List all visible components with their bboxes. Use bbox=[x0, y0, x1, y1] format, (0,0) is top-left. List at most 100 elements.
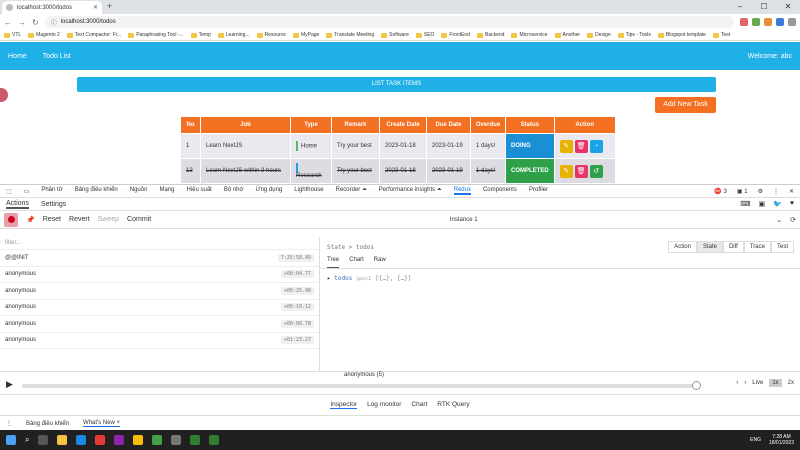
vscode-icon[interactable] bbox=[76, 435, 87, 445]
view-tab[interactable]: Test bbox=[770, 241, 794, 253]
commit-button[interactable]: Commit bbox=[127, 216, 151, 223]
progress-icon[interactable]: ◔ bbox=[589, 139, 603, 153]
back-icon[interactable]: ← bbox=[4, 18, 12, 27]
speed-1x-button[interactable]: 1x bbox=[769, 379, 782, 387]
bookmark-item[interactable]: Resource bbox=[256, 32, 286, 38]
action-list-item[interactable]: anonymous +00:04.77 bbox=[0, 267, 319, 283]
trash-icon[interactable]: 🗑 bbox=[574, 164, 588, 178]
clock[interactable]: 7:28 AM 18/01/2023 bbox=[769, 434, 794, 446]
devtools-tab[interactable]: Bảng điều khiển bbox=[75, 187, 118, 195]
pin-icon[interactable]: 📌 bbox=[26, 216, 35, 224]
add-task-button[interactable]: Add New Task bbox=[655, 97, 716, 113]
devtools-tab[interactable]: Lighthouse bbox=[294, 187, 323, 195]
view-tab[interactable]: Trace bbox=[743, 241, 771, 253]
filter-input[interactable]: filter... bbox=[0, 237, 319, 250]
sub-tab[interactable]: Tree bbox=[327, 257, 340, 268]
slider-track[interactable] bbox=[22, 384, 698, 388]
tree-key[interactable]: todos bbox=[334, 275, 352, 282]
inspect-icon[interactable]: ⬚ bbox=[6, 188, 12, 195]
drawer-tab-whats-new[interactable]: What's New × bbox=[83, 420, 121, 427]
speed-2x-button[interactable]: 2x bbox=[788, 380, 794, 386]
bookmark-item[interactable]: SEO bbox=[415, 32, 434, 38]
minimize-button[interactable]: – bbox=[728, 0, 752, 14]
bookmark-item[interactable]: MyPage bbox=[292, 32, 319, 38]
devtools-tab[interactable]: Bộ nhớ bbox=[224, 187, 244, 195]
devtools-tab[interactable]: Ứng dụng bbox=[255, 187, 282, 195]
file-explorer-icon[interactable] bbox=[57, 435, 68, 445]
language-indicator[interactable]: ENG bbox=[750, 437, 761, 443]
close-icon[interactable]: ✕ bbox=[93, 4, 98, 11]
heart-icon[interactable]: ♥ bbox=[790, 200, 794, 208]
bookmark-item[interactable]: Design bbox=[587, 32, 611, 38]
view-tab[interactable]: Action bbox=[668, 241, 697, 253]
more-icon[interactable]: ⋮ bbox=[6, 420, 12, 427]
bookmark-item[interactable]: FrontEnd bbox=[441, 32, 470, 38]
action-list-item[interactable]: anonymous +00:25.98 bbox=[0, 283, 319, 300]
bookmark-item[interactable]: Another bbox=[554, 32, 580, 38]
bookmark-item[interactable]: Temp bbox=[190, 32, 211, 38]
action-list-item[interactable]: anonymous +01:23.27 bbox=[0, 333, 319, 349]
close-icon[interactable]: ✕ bbox=[789, 188, 794, 195]
extension-icon[interactable] bbox=[740, 18, 748, 26]
tab-actions[interactable]: Actions bbox=[6, 200, 29, 209]
profile-icon[interactable] bbox=[788, 18, 796, 26]
tab-settings[interactable]: Settings bbox=[41, 201, 66, 208]
devtools-tab[interactable]: Components bbox=[483, 187, 517, 195]
settings-icon[interactable]: ⚙ bbox=[758, 188, 763, 195]
app-icon[interactable] bbox=[114, 435, 125, 445]
twitter-icon[interactable]: 🐦 bbox=[773, 200, 782, 208]
slider-handle[interactable] bbox=[692, 381, 701, 390]
bookmark-item[interactable]: Backend bbox=[477, 32, 504, 38]
extension-icon[interactable] bbox=[764, 18, 772, 26]
reopen-icon[interactable]: ↺ bbox=[589, 164, 603, 178]
action-list-item[interactable]: anonymous +00:08.78 bbox=[0, 316, 319, 333]
monitor-tab[interactable]: Inspector bbox=[330, 401, 358, 409]
bookmark-item[interactable]: Blogspot template bbox=[657, 32, 706, 38]
sub-tab[interactable]: Raw bbox=[374, 257, 386, 268]
bookmark-item[interactable]: Magento 2 bbox=[28, 32, 60, 38]
app-icon[interactable] bbox=[209, 435, 220, 445]
live-button[interactable]: Live bbox=[752, 380, 763, 386]
edit-icon[interactable]: ✎ bbox=[559, 164, 573, 178]
chevron-down-icon[interactable]: ⌄ bbox=[776, 216, 782, 224]
bookmark-item[interactable]: Tips - Tools bbox=[617, 32, 651, 38]
window-icon[interactable]: ▣ bbox=[759, 200, 766, 208]
nav-home-link[interactable]: Home bbox=[8, 53, 27, 60]
bookmark-item[interactable]: Translate Meeting bbox=[326, 32, 374, 38]
devtools-tab[interactable]: Phần tử bbox=[41, 187, 62, 195]
maximize-button[interactable]: ☐ bbox=[752, 0, 776, 14]
device-icon[interactable]: ▭ bbox=[24, 188, 30, 195]
action-list-item[interactable]: anonymous +00:10.12 bbox=[0, 300, 319, 316]
next-icon[interactable]: › bbox=[744, 380, 746, 386]
close-window-button[interactable]: ✕ bbox=[776, 0, 800, 14]
reset-button[interactable]: Reset bbox=[43, 216, 61, 223]
windows-start-icon[interactable] bbox=[6, 435, 16, 445]
trash-icon[interactable]: 🗑 bbox=[574, 139, 588, 153]
expand-arrow-icon[interactable]: ▸ bbox=[327, 275, 331, 282]
excel-icon[interactable] bbox=[190, 435, 201, 445]
app-icon[interactable] bbox=[171, 435, 182, 445]
devtools-tab[interactable]: Performance insights ⏶ bbox=[379, 187, 442, 195]
play-icon[interactable]: ▶ bbox=[6, 379, 13, 390]
browser-tab[interactable]: localhost:3000/todos ✕ bbox=[2, 1, 102, 14]
action-list-item[interactable]: @@INIT 7:25:58.49 bbox=[0, 250, 319, 267]
filezilla-icon[interactable] bbox=[95, 435, 106, 445]
search-icon[interactable]: ⌕ bbox=[25, 435, 29, 445]
reload-icon[interactable]: ↻ bbox=[32, 18, 39, 27]
new-tab-button[interactable]: + bbox=[107, 1, 112, 11]
view-tab[interactable]: Diff bbox=[722, 241, 744, 253]
sub-tab[interactable]: Chart bbox=[349, 257, 364, 268]
record-button[interactable] bbox=[4, 212, 18, 227]
extension-icon[interactable] bbox=[776, 18, 784, 26]
monitor-tab[interactable]: Log monitor bbox=[367, 401, 401, 408]
devtools-tab[interactable]: Hiệu suất bbox=[186, 187, 211, 195]
bookmark-item[interactable]: Learning... bbox=[217, 32, 250, 38]
forward-icon[interactable]: → bbox=[18, 18, 26, 27]
monitor-tab[interactable]: RTK Query bbox=[437, 401, 469, 408]
bookmark-item[interactable]: Test bbox=[712, 32, 730, 38]
more-icon[interactable]: ⋮ bbox=[773, 188, 779, 195]
sweep-button[interactable]: Sweep bbox=[98, 216, 119, 223]
url-field[interactable]: ⓘ localhost:3000/todos bbox=[44, 16, 734, 28]
instance-select[interactable]: Instance 1 bbox=[450, 217, 478, 223]
bookmark-item[interactable]: Microservice bbox=[511, 32, 548, 38]
